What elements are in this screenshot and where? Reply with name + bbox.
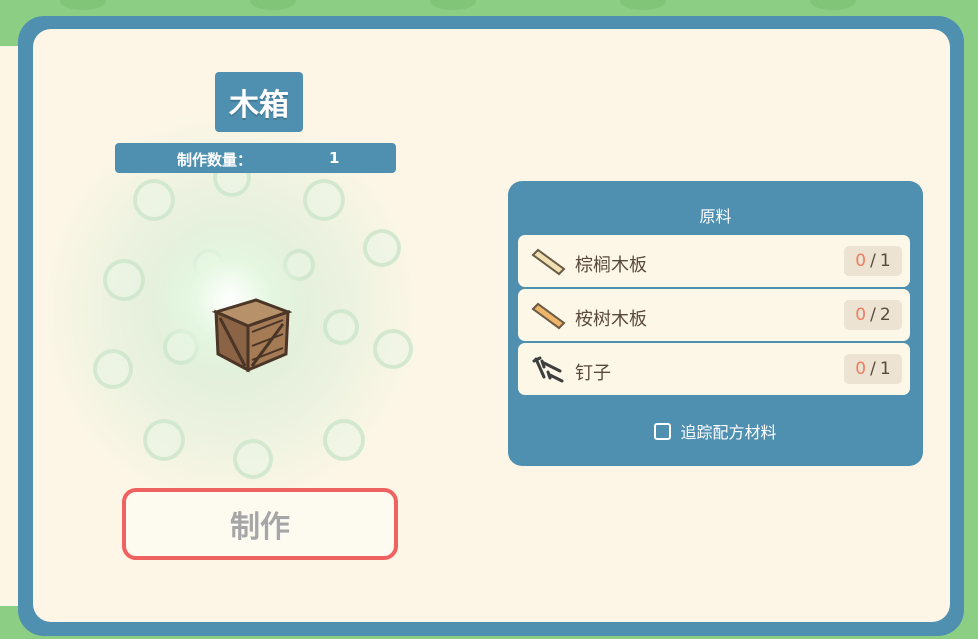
quantity-bar: 制作数量： 1 [115,143,396,173]
pattern-bubble [323,309,359,345]
material-separator: / [870,251,876,271]
quantity-label: 制作数量： [177,151,253,169]
material-separator: / [870,359,876,379]
pattern-bubble [323,419,365,461]
make-button[interactable]: 制作 [122,488,398,560]
pattern-bubble [233,439,273,479]
material-row[interactable]: 桉树木板 0 / 2 [518,289,910,341]
background-decoration [60,0,106,10]
pattern-bubble [133,179,175,221]
track-label: 追踪配方材料 [680,423,777,442]
background-decoration [810,0,856,10]
material-separator: / [870,305,876,325]
material-row[interactable]: 钉子 0 / 1 [518,343,910,395]
track-checkbox[interactable] [654,422,672,440]
pattern-bubble [363,229,401,267]
material-row[interactable]: 棕榈木板 0 / 1 [518,235,910,287]
pattern-bubble [303,179,345,221]
materials-panel: 原料 棕榈木板 0 / 1 桉树木板 0 / 2 钉子 0 / 1 追踪配方材料 [508,181,923,466]
background-decoration [250,0,296,10]
eucalyptus-plank-icon [531,302,566,330]
nails-icon [532,356,564,383]
pattern-bubble [143,419,185,461]
wooden-crate-icon [212,298,292,373]
track-recipe-toggle[interactable]: 追踪配方材料 [508,419,923,443]
item-title: 木箱 [215,72,303,132]
material-need: 1 [879,359,891,379]
background-decoration [620,0,666,10]
material-count: 0 / 1 [844,354,902,384]
background-decoration [430,0,476,10]
material-name: 钉子 [575,363,611,384]
material-count: 0 / 2 [844,300,902,330]
material-count: 0 / 1 [844,246,902,276]
pattern-bubble [93,349,133,389]
quantity-value[interactable]: 1 [329,149,339,167]
material-have: 0 [855,359,867,379]
material-have: 0 [855,251,867,271]
material-need: 2 [879,305,891,325]
material-name: 桉树木板 [575,309,647,330]
material-name: 棕榈木板 [575,255,647,276]
pattern-bubble [373,329,413,369]
palm-plank-icon [531,248,566,276]
material-have: 0 [855,305,867,325]
materials-title: 原料 [699,207,732,226]
pattern-bubble [103,259,145,301]
material-need: 1 [879,251,891,271]
